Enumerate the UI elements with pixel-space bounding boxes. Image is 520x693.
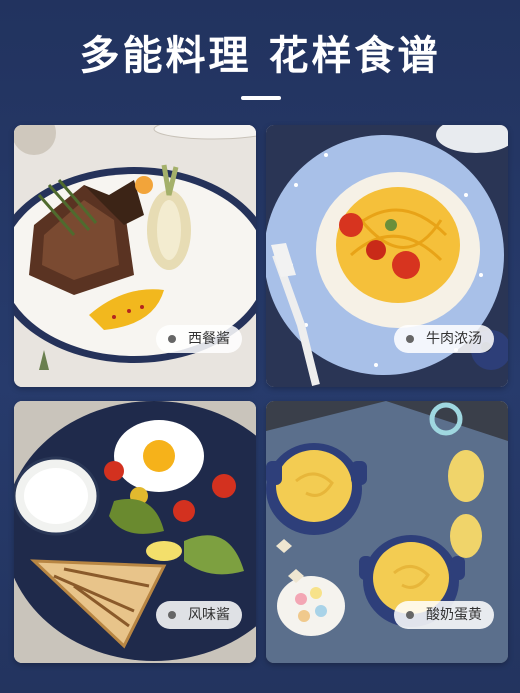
page-title: 多能料理 花样食谱 xyxy=(79,33,441,79)
recipe-card-beef-soup[interactable]: 牛肉浓汤 xyxy=(266,125,508,387)
recipe-label: 酸奶蛋黄 xyxy=(426,607,482,623)
title-underline xyxy=(241,96,281,100)
page: 多能料理 花样食谱 西餐酱 牛肉浓汤 风味酱 酸奶蛋黄 xyxy=(0,0,520,693)
recipe-card-flavor-sauce[interactable]: 风味酱 xyxy=(14,401,256,663)
recipe-label-pill: 风味酱 xyxy=(156,601,242,629)
label-dot-icon xyxy=(406,611,414,619)
recipe-label: 西餐酱 xyxy=(188,331,230,347)
recipe-label-pill: 酸奶蛋黄 xyxy=(394,601,494,629)
recipe-label: 风味酱 xyxy=(188,607,230,623)
recipe-label-pill: 西餐酱 xyxy=(156,325,242,353)
label-dot-icon xyxy=(168,335,176,343)
recipe-card-western-sauce[interactable]: 西餐酱 xyxy=(14,125,256,387)
recipe-label-pill: 牛肉浓汤 xyxy=(394,325,494,353)
recipe-label: 牛肉浓汤 xyxy=(426,331,482,347)
recipe-card-yogurt-yolk[interactable]: 酸奶蛋黄 xyxy=(266,401,508,663)
label-dot-icon xyxy=(406,335,414,343)
label-dot-icon xyxy=(168,611,176,619)
